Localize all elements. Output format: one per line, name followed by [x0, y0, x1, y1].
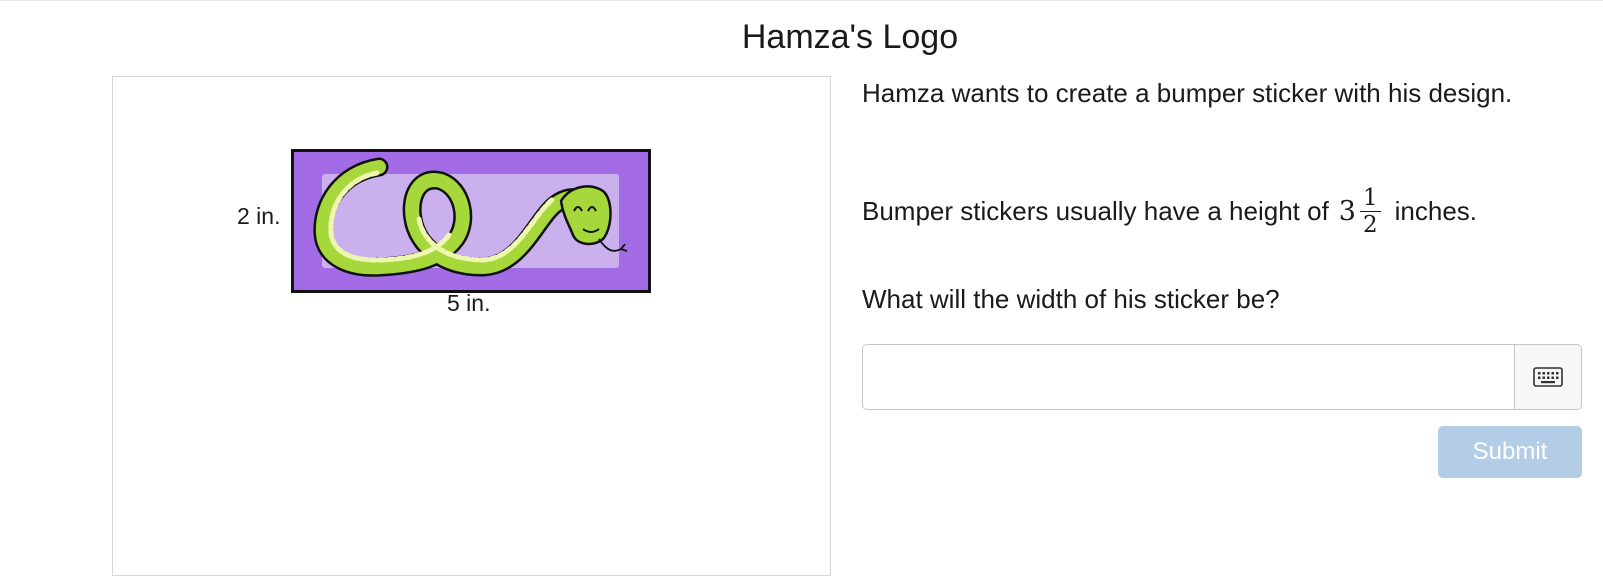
mixed-number-whole: 3 — [1338, 195, 1356, 227]
height-label: 2 in. — [237, 203, 281, 229]
height-text-before: Bumper stickers usually have a height of — [862, 195, 1329, 226]
height-text-after: inches. — [1394, 195, 1478, 226]
figure-panel: 2 in. 5 in. — [112, 76, 831, 576]
answer-box — [862, 344, 1582, 410]
fraction-numerator: 1 — [1359, 185, 1381, 212]
top-divider — [0, 0, 1603, 1]
bumper-sticker-image — [291, 149, 651, 293]
question-height-statement: Bumper stickers usually have a height of… — [862, 176, 1477, 246]
fraction: 1 2 — [1359, 185, 1381, 238]
keyboard-icon — [1533, 367, 1563, 387]
width-label: 5 in. — [447, 290, 491, 316]
submit-button[interactable]: Submit — [1438, 426, 1582, 478]
mixed-number: 3 1 2 — [1339, 185, 1381, 238]
fraction-denominator: 2 — [1362, 211, 1378, 238]
question-prompt: What will the width of his sticker be? — [862, 284, 1280, 314]
answer-input[interactable] — [863, 345, 1514, 409]
page-title: Hamza's Logo — [741, 18, 959, 56]
keyboard-button[interactable] — [1514, 345, 1581, 409]
question-intro: Hamza wants to create a bumper sticker w… — [862, 78, 1513, 108]
